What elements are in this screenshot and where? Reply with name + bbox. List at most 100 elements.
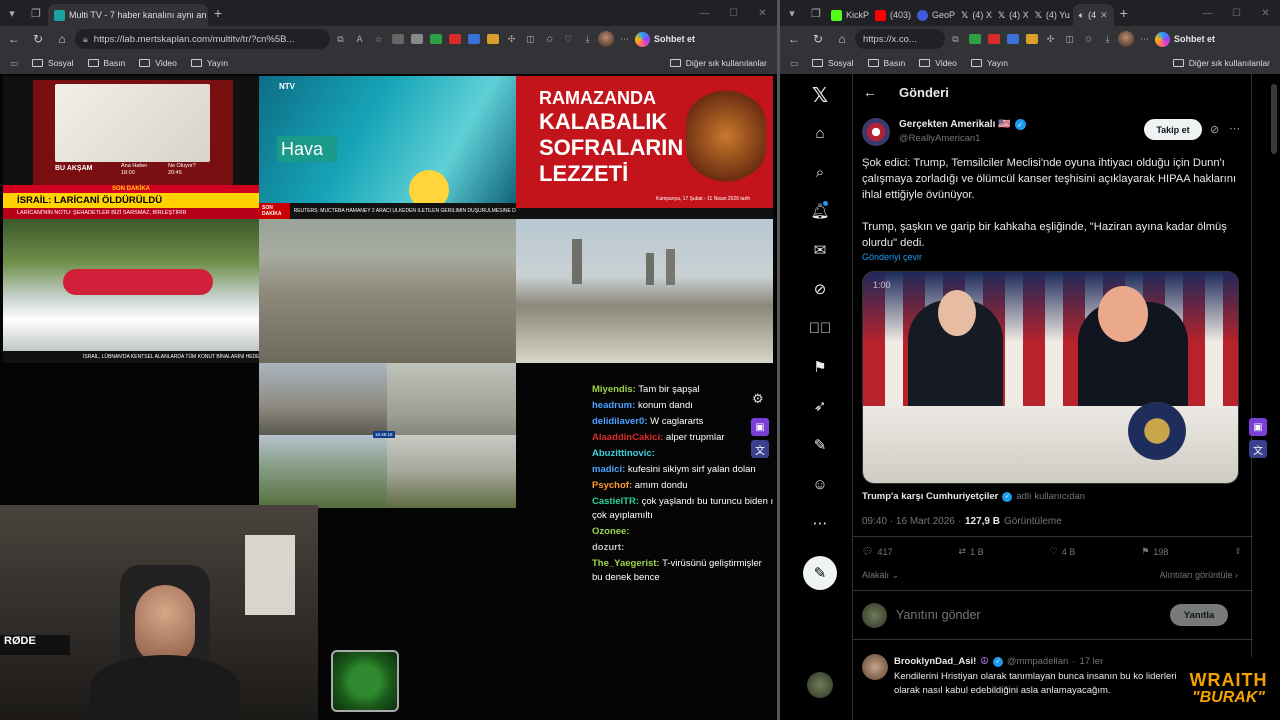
reply-input[interactable]: Yanıtını gönder (896, 608, 981, 622)
tab-multitv[interactable]: Multi TV - 7 haber kanalını aynı an ✕ (48, 4, 208, 26)
reply-submit-button[interactable]: Yanıtla (1170, 604, 1228, 626)
extensions-puzzle-icon[interactable]: ✣ (1042, 31, 1059, 48)
home-icon[interactable]: ⌂ (51, 28, 73, 50)
profile-avatar[interactable] (598, 31, 614, 47)
chat-username[interactable]: madici: (592, 464, 625, 475)
author-avatar[interactable] (862, 118, 890, 146)
page-scrollbar[interactable] (1271, 84, 1277, 154)
translate-post-link[interactable]: Gönderiyi çevir (862, 252, 922, 262)
sidebar-toggle-icon[interactable]: ▭ (10, 58, 18, 69)
chat-username[interactable]: headrum: (592, 400, 635, 411)
tweet-video[interactable]: 1:00 (862, 271, 1239, 484)
repost-action[interactable]: ⇄ 1 B (959, 546, 984, 557)
bookmark-yayin[interactable]: Yayın (970, 58, 1008, 68)
split-screen-icon[interactable]: ◫ (1061, 31, 1078, 48)
bookmark-action[interactable]: ⚑ 198 (1141, 546, 1168, 557)
extension-3-icon[interactable] (427, 31, 444, 48)
reader-icon[interactable]: ⧉ (332, 31, 349, 48)
more-menu-icon[interactable]: ⋯ (616, 31, 633, 48)
bookmark-video[interactable]: Video (139, 58, 177, 68)
extension-4-icon[interactable] (985, 31, 1002, 48)
follow-button[interactable]: Takip et (1144, 119, 1202, 140)
chat-username[interactable]: Ozonee: (592, 526, 629, 537)
address-bar[interactable]: 🔒︎ https://lab.mertskaplan.com/multitv/t… (75, 29, 330, 49)
bookmark-basin[interactable]: Basın (867, 58, 905, 68)
view-quotes-link[interactable]: Alıntıları görüntüle › (1159, 570, 1238, 580)
grok-icon[interactable]: ⊘ (807, 276, 833, 302)
copilot-button[interactable]: Sohbet et (1155, 31, 1215, 47)
grok-explain-icon[interactable]: ⊘ (1210, 123, 1219, 136)
chat-username[interactable]: Psychof: (592, 480, 632, 491)
bookmark-other[interactable]: Diğer sık kullanılanlar (669, 58, 767, 68)
back-icon[interactable]: ← (3, 28, 25, 50)
copilot-button[interactable]: Sohbet et (635, 31, 695, 47)
tv-tile-6[interactable] (516, 219, 773, 363)
workspaces-icon[interactable]: ❐ (804, 0, 828, 26)
close-window-icon[interactable]: ✕ (748, 8, 777, 19)
reader-icon[interactable]: ⧉ (947, 31, 964, 48)
bookmarks-icon[interactable]: ⚑ (807, 354, 833, 380)
read-aloud-icon[interactable]: A (351, 31, 368, 48)
chat-username[interactable]: dozurt: (592, 542, 624, 553)
quote-source-row[interactable]: Trump'a karşı Cumhuriyetçiler ✓ adlı kul… (862, 491, 1085, 502)
back-icon[interactable]: ← (783, 28, 805, 50)
extension-2-icon[interactable] (408, 31, 425, 48)
jobs-rocket-icon[interactable]: ➶ (807, 393, 833, 419)
close-window-icon[interactable]: ✕ (1251, 8, 1280, 19)
site-info-icon[interactable]: 🔒︎ (83, 34, 88, 45)
twitch-icon[interactable]: ▣ (1249, 418, 1267, 436)
chat-username[interactable]: Miyendis: (592, 384, 636, 395)
communities-icon[interactable]: ✎ (807, 432, 833, 458)
extension-6-icon[interactable] (484, 31, 501, 48)
more-icon[interactable]: ⋯ (807, 510, 833, 536)
explore-search-icon[interactable]: ⌕ (807, 159, 833, 185)
split-screen-icon[interactable]: ◫ (522, 31, 539, 48)
tab-actions-icon[interactable]: ▾ (780, 0, 804, 26)
extension-1-icon[interactable] (389, 31, 406, 48)
tab-x-3[interactable]: 𝕏 (4) Yu (1032, 4, 1073, 26)
tab-youtube[interactable]: (403) (872, 4, 914, 26)
tab-geop[interactable]: GeoP (914, 4, 958, 26)
compose-post-icon[interactable]: ✎ (803, 556, 837, 590)
messages-icon[interactable]: ✉ (807, 237, 833, 263)
bookmark-sosyal[interactable]: Sosyal (32, 58, 74, 68)
maximize-icon[interactable]: ☐ (1222, 8, 1251, 19)
chat-username[interactable]: The_Yaegerist: (592, 558, 660, 569)
bookmark-sosyal[interactable]: Sosyal (812, 58, 854, 68)
post-timestamp[interactable]: 09:40 · 16 Mart 2026 · (862, 516, 961, 527)
tv-tile-1[interactable]: BU AKŞAM Ana Haber 18:00 Ne Oluyor? 20:4… (3, 76, 259, 219)
sort-relevant[interactable]: Alakalı ⌄ (862, 570, 899, 581)
browser-essentials-icon[interactable]: ♡ (560, 31, 577, 48)
tab-x-1[interactable]: 𝕏 (4) X (958, 4, 995, 26)
home-icon[interactable]: ⌂ (807, 120, 833, 146)
close-tab-icon[interactable]: ✕ (1100, 10, 1108, 21)
profile-avatar[interactable] (1118, 31, 1134, 47)
chat-username[interactable]: AlaaddinCakici: (592, 432, 663, 443)
profile-icon[interactable]: ☺ (807, 471, 833, 497)
tab-actions-icon[interactable]: ▾ (0, 0, 24, 26)
chat-username[interactable]: CastielTR: (592, 496, 639, 507)
favorites-icon[interactable]: ✩ (541, 31, 558, 48)
maximize-icon[interactable]: ☐ (719, 8, 748, 19)
home-icon[interactable]: ⌂ (831, 28, 853, 50)
minimize-icon[interactable]: — (1193, 8, 1222, 19)
favorite-star-icon[interactable]: ☆ (370, 31, 387, 48)
minimize-icon[interactable]: — (690, 8, 719, 19)
tv-tile-4[interactable]: İSRAİL, LÜBNAN'DA KENTSEL ALANLARDA TÜM … (3, 219, 259, 363)
reply-action[interactable]: 💬︎ 417 (862, 546, 892, 557)
downloads-icon[interactable]: ⤓ (579, 31, 596, 48)
bookmark-other[interactable]: Diğer sık kullanılanlar (1172, 58, 1270, 68)
back-arrow-icon[interactable]: ← (863, 84, 877, 100)
more-menu-icon[interactable]: ⋯ (1136, 31, 1153, 48)
tab-x-2[interactable]: 𝕏 (4) X (995, 4, 1032, 26)
tv-tile-7[interactable]: 16:45:18 (259, 363, 516, 508)
extensions-puzzle-icon[interactable]: ✣ (503, 31, 520, 48)
author-handle[interactable]: @ReallyAmerican1 (899, 133, 980, 144)
extension-3-icon[interactable] (966, 31, 983, 48)
refresh-icon[interactable]: ↻ (27, 28, 49, 50)
downloads-icon[interactable]: ⤓ (1099, 31, 1116, 48)
new-tab-button[interactable]: + (1114, 5, 1134, 21)
verified-orgs-icon[interactable]: ✓⃝ (807, 315, 833, 341)
author-name-row[interactable]: Gerçekten Amerikalı 🇺🇸 ✓ (899, 119, 1026, 130)
bookmark-video[interactable]: Video (919, 58, 957, 68)
